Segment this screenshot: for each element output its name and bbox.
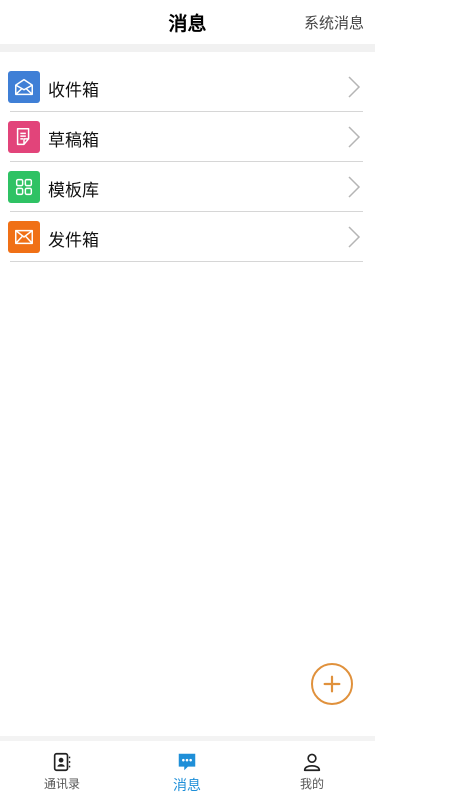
chevron-right-icon — [348, 76, 361, 98]
menu-item-outbox[interactable]: 发件箱 — [0, 212, 375, 262]
compose-fab-button[interactable] — [311, 663, 353, 705]
plus-icon — [323, 675, 341, 693]
menu-item-label: 草稿箱 — [48, 131, 99, 151]
app-screen: 消息 系统消息 收件箱 草稿箱 模板库 发件箱 通讯录 消息 我的 — [0, 0, 375, 800]
bottom-tabbar: 通讯录 消息 我的 — [0, 741, 375, 800]
person-icon — [303, 753, 321, 772]
contacts-icon — [53, 752, 71, 772]
chat-bubble-icon — [178, 753, 196, 771]
menu-item-label: 收件箱 — [48, 81, 99, 101]
tab-label: 我的 — [299, 777, 324, 791]
chevron-right-icon — [348, 126, 361, 148]
tab-label: 消息 — [173, 778, 201, 794]
draft-icon — [8, 121, 40, 153]
menu-item-label: 发件箱 — [48, 231, 99, 251]
tab-profile[interactable]: 我的 — [272, 741, 352, 800]
chevron-right-icon — [348, 176, 361, 198]
menu-item-inbox[interactable]: 收件箱 — [0, 62, 375, 112]
row-divider — [10, 261, 363, 262]
menu-item-templates[interactable]: 模板库 — [0, 162, 375, 212]
menu-item-drafts[interactable]: 草稿箱 — [0, 112, 375, 162]
inbox-icon — [8, 71, 40, 103]
menu-item-label: 模板库 — [48, 181, 99, 201]
tab-label: 通讯录 — [43, 777, 80, 791]
mailbox-menu: 收件箱 草稿箱 模板库 发件箱 — [0, 62, 375, 262]
header: 消息 系统消息 — [0, 0, 375, 44]
system-messages-button[interactable]: 系统消息 — [304, 12, 364, 33]
header-divider — [0, 44, 375, 52]
chevron-right-icon — [348, 226, 361, 248]
outbox-icon — [8, 221, 40, 253]
tab-messages[interactable]: 消息 — [147, 741, 227, 800]
template-grid-icon — [8, 171, 40, 203]
tab-contacts[interactable]: 通讯录 — [22, 741, 102, 800]
